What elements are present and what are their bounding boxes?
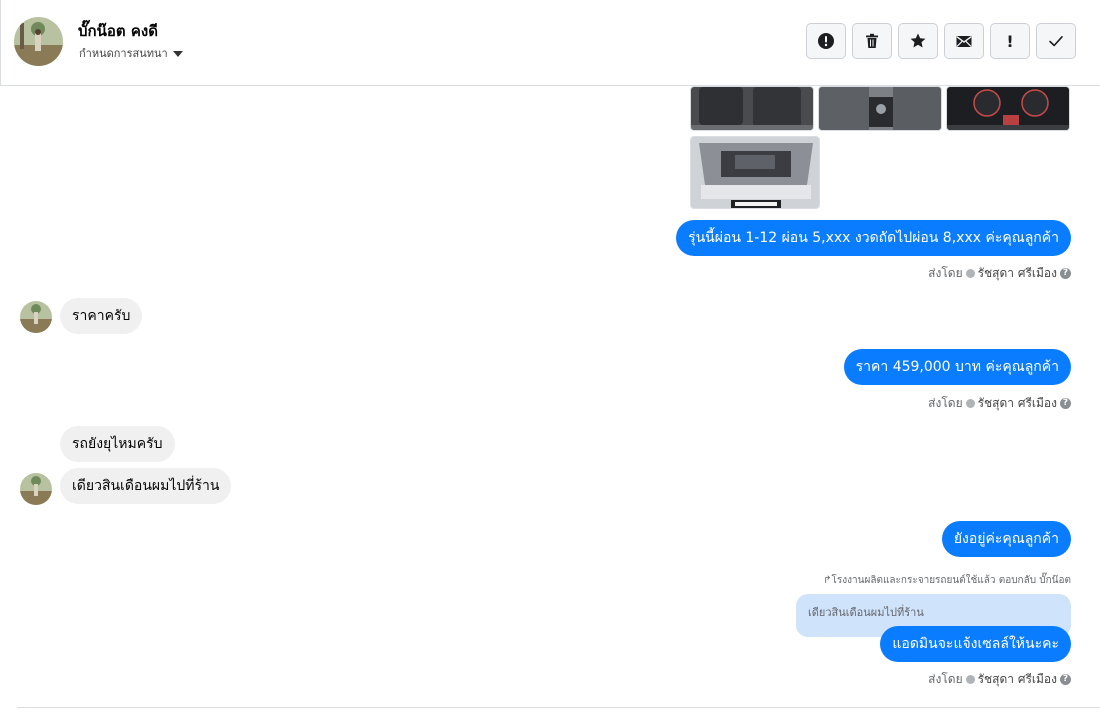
star-button[interactable] bbox=[898, 23, 938, 59]
outgoing-message[interactable]: แอดมินจะแจ้งเซลล์ให้นะคะ bbox=[880, 626, 1071, 662]
agent-name[interactable]: รัชสุดา ศรีเมือง bbox=[978, 264, 1057, 283]
incoming-message[interactable]: เดียวสินเดือนผมไปที่ร้าน bbox=[60, 468, 232, 504]
incoming-message[interactable]: ราคาครับ bbox=[60, 298, 143, 334]
exclamation-icon: ! bbox=[1006, 31, 1014, 51]
car-photo-seats[interactable] bbox=[690, 86, 814, 131]
reply-arrow-icon: ↱ bbox=[823, 575, 832, 586]
conversation-header: บั๊กน๊อต คงดี กำหนดการสนทนา ! bbox=[0, 0, 1100, 86]
agent-name[interactable]: รัชสุดา ศรีเมือง bbox=[978, 394, 1057, 413]
sent-by-info: ส่งโดย รัชสุดา ศรีเมือง ? bbox=[928, 670, 1071, 689]
sent-by-info: ส่งโดย รัชสุดา ศรีเมือง ? bbox=[928, 264, 1071, 283]
contact-avatar-small[interactable] bbox=[20, 301, 52, 333]
delete-button[interactable] bbox=[852, 23, 892, 59]
agent-avatar-icon bbox=[965, 399, 975, 408]
outgoing-message[interactable]: ยังอยู่ค่ะคุณลูกค้า bbox=[941, 521, 1071, 557]
exclamation-circle-icon bbox=[818, 33, 834, 49]
car-photo-dashboard[interactable] bbox=[946, 86, 1070, 131]
star-icon bbox=[910, 33, 926, 48]
contact-name[interactable]: บั๊กน๊อต คงดี bbox=[78, 19, 158, 43]
help-icon[interactable]: ? bbox=[1060, 268, 1071, 279]
car-photo-console[interactable] bbox=[818, 86, 942, 131]
outgoing-message[interactable]: ราคา 459,000 บาท ค่ะคุณลูกค้า bbox=[843, 349, 1071, 385]
sent-by-label: ส่งโดย bbox=[928, 672, 963, 686]
caret-down-icon bbox=[172, 50, 183, 57]
sent-by-label: ส่งโดย bbox=[928, 396, 963, 410]
contact-avatar[interactable] bbox=[14, 17, 63, 66]
trash-icon bbox=[866, 33, 878, 48]
envelope-icon bbox=[956, 36, 972, 47]
outgoing-message[interactable]: รุ่นนี้ผ่อน 1-12 ผ่อน 5,xxx งวดถัดไปผ่อน… bbox=[676, 220, 1071, 256]
contact-avatar-small[interactable] bbox=[20, 473, 52, 505]
reply-label: โรงงานผลิตและกระจายรถยนต์ใช้แล้ว ตอบกลับ… bbox=[831, 575, 1071, 586]
check-icon bbox=[1049, 36, 1063, 47]
help-icon[interactable]: ? bbox=[1060, 398, 1071, 409]
header-toolbar: ! bbox=[806, 23, 1076, 59]
reply-info: ↱โรงงานผลิตและกระจายรถยนต์ใช้แล้ว ตอบกลั… bbox=[823, 573, 1071, 588]
follow-up-button[interactable]: ! bbox=[990, 23, 1030, 59]
sent-by-label: ส่งโดย bbox=[928, 266, 963, 280]
agent-avatar-icon bbox=[965, 269, 975, 278]
incoming-message[interactable]: รถยังยุไหมครับ bbox=[60, 426, 175, 462]
car-photo-engine[interactable] bbox=[690, 136, 820, 209]
conversation-status-label: กำหนดการสนทนา bbox=[79, 47, 168, 60]
conversation-status-dropdown[interactable]: กำหนดการสนทนา bbox=[79, 44, 183, 62]
mark-unread-button[interactable] bbox=[944, 23, 984, 59]
help-icon[interactable]: ? bbox=[1060, 674, 1071, 685]
agent-name[interactable]: รัชสุดา ศรีเมือง bbox=[978, 670, 1057, 689]
report-button[interactable] bbox=[806, 23, 846, 59]
agent-avatar-icon bbox=[965, 675, 975, 684]
mark-done-button[interactable] bbox=[1036, 23, 1076, 59]
sent-by-info: ส่งโดย รัชสุดา ศรีเมือง ? bbox=[928, 394, 1071, 413]
